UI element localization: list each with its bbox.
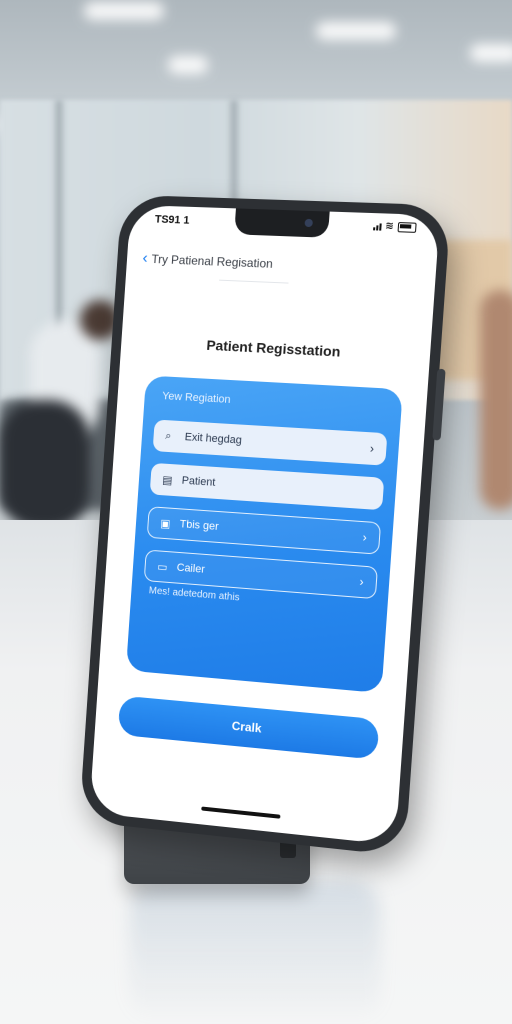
camera-icon	[304, 218, 314, 228]
phone: TS91 1 ≋ ‹ Try Patienal Regisation Patie…	[79, 194, 452, 857]
option-row[interactable]: ▣ Tbis ger ›	[146, 506, 382, 555]
row-label: Patient	[181, 474, 216, 489]
divider	[219, 279, 289, 284]
registration-card: Yew Regiation ⌕ Exit hegdag › ▤ Patient …	[125, 375, 403, 694]
card-footer-text: Mes! adetedom athis	[148, 585, 240, 604]
background-person	[0, 400, 90, 530]
back-navigation[interactable]: ‹ Try Patienal Regisation	[141, 249, 274, 272]
card-header: Yew Regiation	[161, 390, 231, 406]
patient-field[interactable]: ▤ Patient	[149, 462, 385, 511]
ceiling-light	[168, 56, 208, 74]
primary-button[interactable]: Cralk	[117, 695, 380, 760]
ceiling-light	[84, 2, 164, 20]
status-icons: ≋	[372, 220, 417, 233]
notch	[234, 208, 330, 238]
chevron-right-icon: ›	[369, 441, 375, 456]
chevron-left-icon: ‹	[141, 249, 149, 267]
home-indicator[interactable]	[201, 806, 281, 819]
row-label: Cailer	[176, 561, 206, 576]
side-button	[432, 368, 446, 441]
background-person	[480, 290, 512, 510]
document-icon: ▤	[161, 473, 173, 487]
row-label: Exit hegdag	[184, 431, 243, 447]
chevron-right-icon: ›	[362, 530, 368, 545]
page-title: Patient Regisstation	[205, 336, 341, 360]
phone-body: TS91 1 ≋ ‹ Try Patienal Regisation Patie…	[79, 194, 452, 857]
back-label: Try Patienal Regisation	[151, 252, 274, 271]
ceiling-light	[316, 22, 396, 40]
signal-icon	[372, 222, 382, 231]
wifi-icon: ≋	[384, 220, 395, 233]
battery-icon	[397, 221, 417, 233]
phone-screen: TS91 1 ≋ ‹ Try Patienal Regisation Patie…	[89, 204, 440, 846]
row-label: Tbis ger	[179, 518, 220, 533]
search-icon: ⌕	[164, 429, 172, 442]
chevron-right-icon: ›	[359, 574, 365, 590]
status-time: TS91 1	[154, 213, 190, 227]
ceiling-light	[470, 44, 512, 62]
lock-icon: ▣	[159, 517, 171, 530]
floor-reflection	[130, 880, 380, 1024]
card-icon: ▭	[156, 560, 168, 574]
search-row[interactable]: ⌕ Exit hegdag ›	[152, 419, 388, 466]
